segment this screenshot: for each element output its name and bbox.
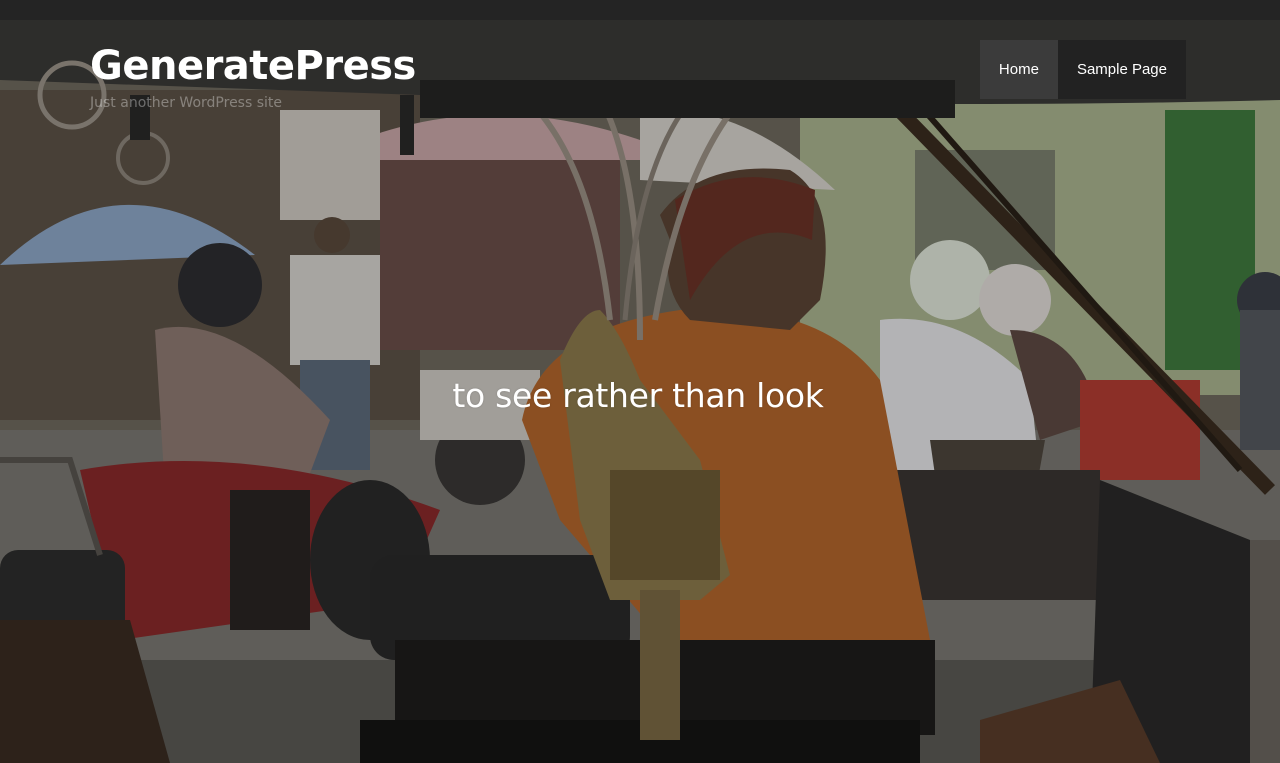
main-navigation: Home Sample Page [979,40,1186,99]
nav-item-sample-page[interactable]: Sample Page [1057,40,1186,99]
site-branding: GeneratePress Just another WordPress sit… [90,42,416,112]
page: GeneratePress Just another WordPress sit… [0,0,1280,763]
site-tagline: Just another WordPress site [90,95,283,111]
site-title-link[interactable]: GeneratePress [90,42,416,90]
hero-tagline: to see rather than look [452,376,824,415]
site-header: GeneratePress Just another WordPress sit… [0,0,1280,120]
nav-item-home[interactable]: Home [979,40,1058,99]
